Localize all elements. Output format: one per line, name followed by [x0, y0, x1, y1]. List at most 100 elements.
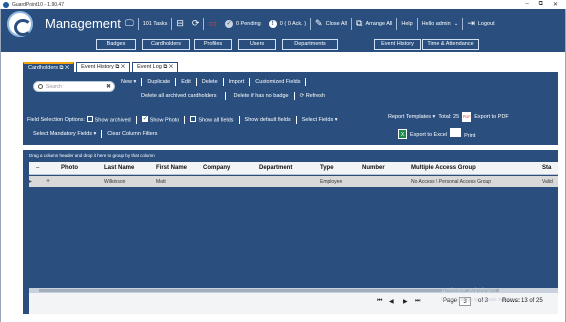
col-first-name[interactable]: First Name: [156, 165, 187, 171]
col-number[interactable]: Number: [362, 165, 385, 171]
col-last-name[interactable]: Last Name: [104, 165, 134, 171]
print-button[interactable]: Print: [450, 128, 475, 139]
tab-event-log[interactable]: Event Log ⧉ ✕: [132, 62, 179, 72]
grid-header: – Photo Last Name First Name Company Dep…: [29, 162, 558, 175]
select-mandatory-fields-dropdown[interactable]: Select Mandatory Fields ▾: [33, 131, 96, 137]
module-nav: Badges Cardholders Profiles Users Depart…: [1, 38, 565, 52]
popout-icon[interactable]: ⧉: [163, 64, 167, 70]
ack-button[interactable]: ! 0 ( 0 Ack. ): [265, 19, 310, 28]
tasks-button[interactable]: 🖵: [121, 19, 138, 28]
nav-event-history[interactable]: Event History: [374, 39, 421, 50]
nav-badges[interactable]: Badges: [96, 39, 136, 50]
popout-icon[interactable]: ⧉: [115, 64, 119, 70]
edit-button[interactable]: Edit: [181, 79, 190, 85]
refresh-icon: ⟳: [191, 18, 200, 28]
app-icon: [3, 1, 9, 8]
show-all-fields-checkbox[interactable]: Show all fields: [190, 115, 234, 123]
delete-archived-button[interactable]: Delete all archived cardholders: [141, 93, 217, 99]
top-bar: Management 🖵 101 Tasks ⊟ ⟳ ▭ ✓ 0 Pending…: [1, 9, 565, 38]
nav-users[interactable]: Users: [238, 39, 276, 50]
col-company[interactable]: Company: [203, 165, 230, 171]
cell-last-name: Wilkinson: [104, 179, 126, 185]
field-selection-label: Field Selection Options:: [27, 117, 86, 123]
col-type[interactable]: Type: [320, 165, 334, 171]
window-title: GuardPoint10 - 1.90.47: [12, 1, 64, 8]
layout-icon: ⊟: [176, 18, 184, 28]
logout-button[interactable]: ⇥ Logout: [463, 19, 498, 28]
logo-icon: [7, 11, 33, 37]
tab-cardholders[interactable]: Cardholders ⧉ ✕: [23, 62, 75, 72]
row-indicator-icon: ▸: [29, 179, 33, 185]
cell-first-name: Matt: [156, 179, 166, 185]
close-all-button[interactable]: ✎ Close All: [311, 19, 351, 28]
customized-fields-button[interactable]: Customized Fields: [255, 79, 300, 85]
alarm-button[interactable]: ▭: [204, 19, 221, 28]
pending-button[interactable]: ✓ 0 Pending: [221, 19, 265, 28]
group-by-hint: Drag a column header and drop it here to…: [29, 153, 155, 158]
close-all-icon: ✎: [315, 18, 323, 28]
alert-icon: !: [268, 19, 277, 28]
close-tab-icon[interactable]: ✕: [121, 64, 125, 70]
cell-access-group: No Access \ Personal Access Group: [411, 179, 492, 185]
search-input[interactable]: Search ✖: [33, 81, 115, 92]
nav-profiles[interactable]: Profiles: [194, 39, 232, 50]
show-archived-checkbox[interactable]: Show archived: [86, 115, 131, 123]
search-icon: [38, 84, 43, 89]
row-collapse-icon[interactable]: –: [36, 165, 39, 171]
nav-cardholders[interactable]: Cardholders: [142, 39, 190, 50]
first-page-icon[interactable]: ⏮: [377, 298, 382, 305]
grid-empty-area: [29, 187, 558, 287]
export-excel-button[interactable]: X Export to Excel: [398, 128, 447, 139]
user-menu[interactable]: Hello admin ⌄: [418, 21, 463, 27]
minimize-button[interactable]: –: [525, 1, 528, 8]
duplicate-button[interactable]: Duplicate: [147, 79, 170, 85]
delete-button[interactable]: Delete: [202, 79, 218, 85]
activate-windows-watermark: Activate Windows: [441, 288, 497, 295]
last-page-icon[interactable]: ⏭: [415, 298, 420, 305]
clear-column-filters-button[interactable]: Clear Column Filters: [107, 131, 157, 137]
nav-time-attendance[interactable]: Time & Attendance: [422, 39, 479, 50]
report-templates-dropdown[interactable]: Report Templates ▾: [388, 114, 435, 120]
show-photo-checkbox[interactable]: Show Photo: [141, 115, 179, 123]
prev-page-icon[interactable]: ◀: [389, 298, 394, 305]
col-department[interactable]: Department: [259, 165, 292, 171]
logout-icon: ⇥: [467, 18, 475, 28]
col-multiple-access-group[interactable]: Multiple Access Group: [411, 165, 476, 171]
help-link[interactable]: Help: [397, 21, 416, 27]
select-fields-dropdown[interactable]: Select Fields ▾: [302, 117, 338, 123]
delete-no-badge-button[interactable]: Delete if has no badge: [234, 93, 289, 99]
col-photo[interactable]: Photo: [61, 165, 78, 171]
close-tab-icon[interactable]: ✕: [169, 64, 173, 70]
col-status[interactable]: Sta: [542, 165, 551, 171]
expand-row-icon[interactable]: +: [46, 178, 50, 185]
cell-type: Employee: [320, 179, 343, 185]
new-button[interactable]: New ▾: [121, 79, 136, 85]
refresh-icon: ⟳: [299, 93, 305, 99]
export-pdf-button[interactable]: PDF Export to PDF: [462, 112, 509, 122]
close-tab-icon[interactable]: ✕: [65, 65, 69, 71]
arrange-icon: ⧉: [356, 18, 363, 28]
table-row[interactable]: ▸ + Wilkinson Matt Employee No Access \ …: [29, 176, 558, 187]
clear-search-icon[interactable]: ✖: [106, 83, 111, 90]
nav-departments[interactable]: Departments: [282, 39, 338, 50]
printer-icon: [450, 128, 462, 137]
show-default-fields-button[interactable]: Show default fields: [245, 117, 291, 123]
arrange-all-button[interactable]: ⧉ Arrange All: [352, 19, 396, 28]
close-window-button[interactable]: ✕: [553, 1, 558, 8]
next-page-icon[interactable]: ▶: [403, 298, 408, 305]
restore-button[interactable]: ⧉: [539, 1, 543, 8]
document-tabs: Cardholders ⧉ ✕ Event History ⧉ ✕ Event …: [23, 62, 179, 72]
tab-event-history[interactable]: Event History ⧉ ✕: [76, 62, 131, 72]
popout-icon[interactable]: ⧉: [60, 65, 64, 71]
layout-button[interactable]: ⊟: [172, 19, 188, 28]
pdf-icon: PDF: [462, 112, 472, 122]
total-count: Total: 25: [438, 114, 460, 120]
tasks-count[interactable]: 101 Tasks: [139, 21, 172, 27]
alarm-icon: ▭: [208, 18, 217, 28]
import-button[interactable]: Import: [229, 79, 245, 85]
scrollbar-thumb[interactable]: [39, 289, 499, 292]
refresh-button[interactable]: ⟳ Refresh: [300, 93, 325, 99]
field-options-panel: Field Selection Options: Show archived S…: [23, 107, 558, 145]
chevron-down-icon: ⌄: [453, 20, 459, 27]
refresh-top-button[interactable]: ⟳: [188, 19, 204, 28]
